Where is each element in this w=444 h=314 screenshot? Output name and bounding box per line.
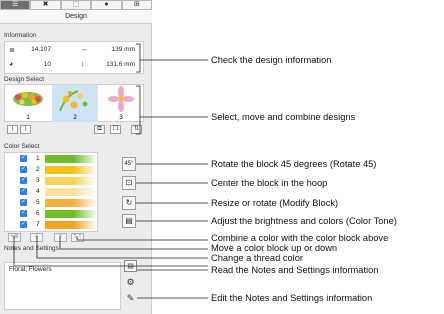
callout-change-thread: Change a thread color xyxy=(211,253,303,263)
callout-read-notes: Read the Notes and Settings information xyxy=(211,265,379,275)
callout-edit-notes: Edit the Notes and Settings information xyxy=(211,293,373,303)
callout-rotate: Rotate the block 45 degrees (Rotate 45) xyxy=(211,159,377,169)
callout-center: Center the block in the hoop xyxy=(211,178,328,188)
callout-select-designs: Select, move and combine designs xyxy=(211,112,356,122)
callout-check-info: Check the design information xyxy=(211,55,332,65)
callout-tone: Adjust the brightness and colors (Color … xyxy=(211,216,397,226)
callout-resize: Resize or rotate (Modify Block) xyxy=(211,198,339,208)
